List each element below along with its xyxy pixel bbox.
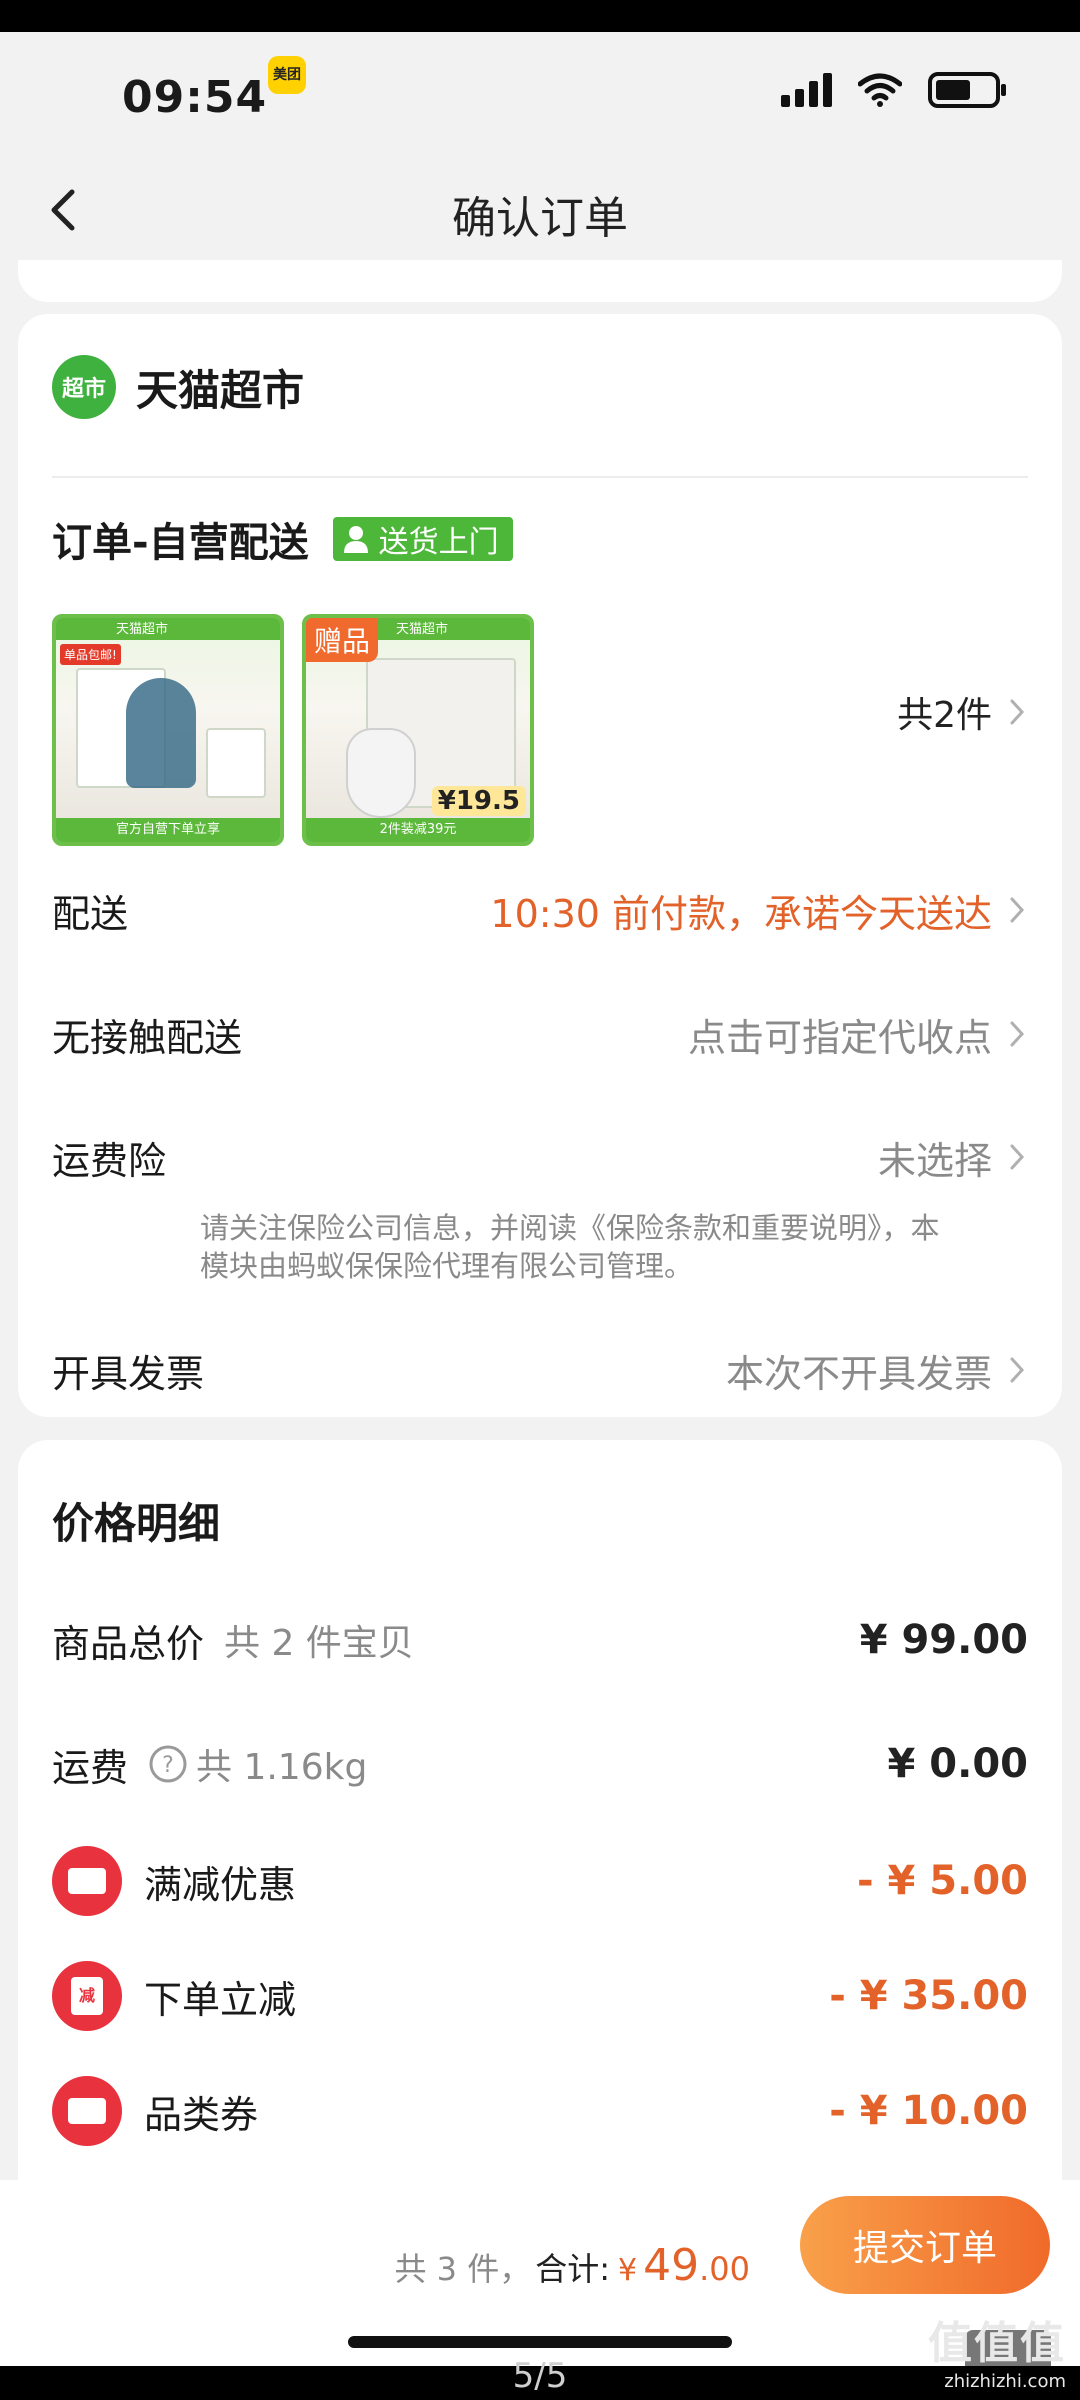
status-bar: 09:54 美团 xyxy=(0,32,1080,152)
order-discount-amount: - ¥ 35.00 xyxy=(829,1973,1028,2019)
thumb-footer: 2件装减39元 xyxy=(306,818,530,842)
product-pack xyxy=(206,728,266,798)
currency-symbol: ¥ xyxy=(618,2253,638,2288)
shipping-value: 10:30 前付款，承诺今天送达 xyxy=(490,883,1028,938)
goods-total-row: 商品总价 共 2 件宝贝 ¥ 99.00 xyxy=(52,1605,1028,1675)
freight-sub: ? 共 1.16kg xyxy=(148,1738,367,1790)
product-figure xyxy=(126,678,196,788)
shop-row[interactable]: 超市 天猫超市 xyxy=(52,352,304,422)
invoice-value: 本次不开具发票 xyxy=(726,1343,1028,1398)
order-card: 超市 天猫超市 订单-自营配送 送货上门 天猫超市 单品包邮! 官方自营下单立享 xyxy=(18,314,1062,1417)
total-integer: 49 xyxy=(643,2240,700,2291)
meituan-badge: 美团 xyxy=(268,56,306,94)
shipping-label: 配送 xyxy=(52,891,129,936)
product-thumbnails[interactable]: 天猫超市 单品包邮! 官方自营下单立享 赠品 天猫超市 ¥19.5 2件装减39… xyxy=(52,614,534,846)
watermark-logo: 值值值 xyxy=(928,2318,1066,2369)
chevron-right-icon xyxy=(1010,699,1025,725)
chevron-right-icon xyxy=(1010,1357,1025,1383)
category-coupon-amount: - ¥ 10.00 xyxy=(829,2088,1028,2134)
total-decimal: .00 xyxy=(699,2250,750,2288)
items-count[interactable]: 共2件 xyxy=(897,686,1028,738)
watermark: 值值值 zhizhizhi.com xyxy=(928,2307,1066,2392)
full-discount-amount: - ¥ 5.00 xyxy=(857,1858,1028,1904)
phone-screen: 09:54 美团 确认订单 超市 天猫超市 订单-自营配送 送货上门 天猫超市 … xyxy=(0,32,1080,2366)
category-coupon-row: 品类券 - ¥ 10.00 xyxy=(52,2076,1028,2146)
contactless-label: 无接触配送 xyxy=(52,1015,243,1060)
wifi-icon xyxy=(858,73,902,107)
person-icon xyxy=(343,526,368,553)
delivery-title: 订单-自营配送 xyxy=(52,520,309,566)
goods-total-amount: ¥ 99.00 xyxy=(859,1617,1028,1663)
full-discount-label: 满减优惠 xyxy=(144,1862,297,1907)
home-indicator[interactable] xyxy=(348,2336,732,2348)
svg-text:?: ? xyxy=(162,1753,174,1778)
watermark-url: zhizhizhi.com xyxy=(944,2371,1066,2392)
category-coupon-label: 品类券 xyxy=(144,2092,259,2137)
previous-card-edge xyxy=(18,260,1062,302)
order-discount-label: 下单立减 xyxy=(144,1977,297,2022)
goods-total-sub: 共 2 件宝贝 xyxy=(224,1623,414,1664)
insurance-value: 未选择 xyxy=(878,1130,1028,1185)
shop-name: 天猫超市 xyxy=(136,365,305,415)
invoice-label: 开具发票 xyxy=(52,1351,205,1396)
discount-icon: 减 xyxy=(52,1961,122,2031)
order-discount-row: 减 下单立减 - ¥ 35.00 xyxy=(52,1961,1028,2031)
status-icons xyxy=(781,72,1006,108)
page-title: 确认订单 xyxy=(452,193,628,244)
page-indicator: 5/5 xyxy=(512,2356,568,2396)
contactless-value: 点击可指定代收点 xyxy=(688,1007,1028,1062)
thumb-header: 天猫超市 xyxy=(56,618,280,640)
gift-thumbnail[interactable]: 赠品 天猫超市 ¥19.5 2件装减39元 xyxy=(302,614,534,846)
contactless-row[interactable]: 无接触配送 点击可指定代收点 xyxy=(52,1004,1028,1064)
freight-row: 运费 ? 共 1.16kg ¥ 0.00 xyxy=(52,1729,1028,1799)
insurance-label: 运费险 xyxy=(52,1138,167,1183)
home-delivery-label: 送货上门 xyxy=(378,525,499,560)
thumb-footer: 官方自营下单立享 xyxy=(56,818,280,842)
chevron-right-icon xyxy=(1010,1021,1025,1047)
status-time: 09:54 xyxy=(122,72,268,123)
item-count-text: 共 3 件， xyxy=(394,2250,532,2288)
product-thumbnail[interactable]: 天猫超市 单品包邮! 官方自营下单立享 xyxy=(52,614,284,846)
total-label: 合计: xyxy=(535,2250,611,2288)
shipping-row[interactable]: 配送 10:30 前付款，承诺今天送达 xyxy=(52,880,1028,940)
freight-amount: ¥ 0.00 xyxy=(887,1741,1028,1787)
coupon-icon xyxy=(52,1846,122,1916)
freight-label: 运费 xyxy=(52,1745,129,1790)
chevron-right-icon xyxy=(1010,1144,1025,1170)
gift-price-tag: ¥19.5 xyxy=(431,786,526,816)
divider xyxy=(52,476,1028,478)
submit-order-button[interactable]: 提交订单 xyxy=(800,2196,1050,2294)
goods-total-label: 商品总价 xyxy=(52,1621,205,1666)
home-delivery-tag: 送货上门 xyxy=(332,517,513,561)
mask-icon xyxy=(346,728,416,818)
shop-logo: 超市 xyxy=(52,355,116,419)
order-total: 共 3 件， 合计: ¥ 49 .00 xyxy=(395,2240,751,2291)
nav-bar: 确认订单 xyxy=(0,152,1080,262)
signal-icon xyxy=(781,73,832,107)
battery-icon xyxy=(928,72,1006,108)
items-count-label: 共2件 xyxy=(897,695,992,736)
insurance-note: 请关注保险公司信息，并阅读《保险条款和重要说明》，本模块由蚂蚁保保险代理有限公司… xyxy=(200,1211,940,1283)
full-discount-row: 满减优惠 - ¥ 5.00 xyxy=(52,1846,1028,1916)
gift-badge: 赠品 xyxy=(306,618,379,662)
coupon-icon xyxy=(52,2076,122,2146)
question-icon[interactable]: ? xyxy=(148,1744,188,1784)
invoice-row[interactable]: 开具发票 本次不开具发票 xyxy=(52,1340,1028,1400)
insurance-row[interactable]: 运费险 未选择 xyxy=(52,1127,1028,1187)
price-detail-title: 价格明细 xyxy=(52,1499,221,1548)
chevron-right-icon xyxy=(1010,897,1025,923)
delivery-header: 订单-自营配送 送货上门 xyxy=(52,510,513,568)
thumb-promo-tag: 单品包邮! xyxy=(60,644,121,665)
